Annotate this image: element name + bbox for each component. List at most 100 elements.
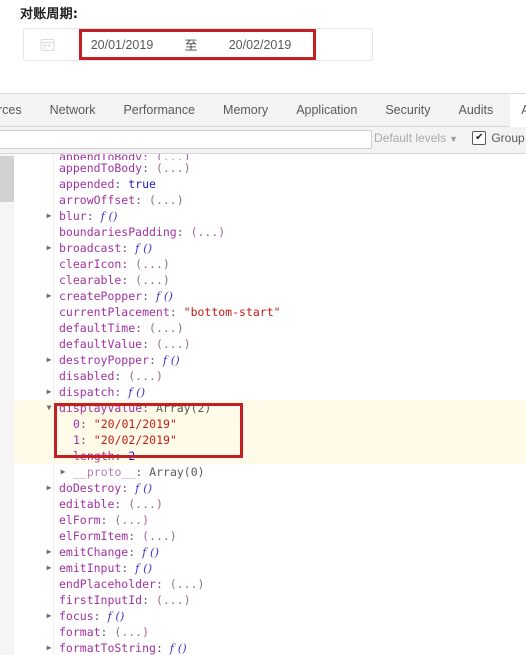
property-value: (...) xyxy=(128,369,163,383)
tab-adblock[interactable]: AdBlock xyxy=(507,95,526,126)
tab-network[interactable]: Network xyxy=(36,95,110,126)
property-key: destroyPopper xyxy=(59,353,150,367)
property-row[interactable]: ▶ __proto__: Array(0) xyxy=(14,464,526,480)
property-row[interactable]: ▶ formatToString: f () xyxy=(14,640,526,655)
property-value: (...) xyxy=(155,161,191,175)
property-row[interactable]: 1: "20/02/2019" xyxy=(14,432,526,448)
property-key: editable xyxy=(59,497,115,511)
property-value: f () xyxy=(169,641,187,655)
property-row[interactable]: format: (...) xyxy=(14,624,526,640)
property-key: boundariesPadding xyxy=(59,225,177,239)
property-colon: : xyxy=(169,305,184,319)
property-value: (...) xyxy=(169,577,205,591)
property-row[interactable]: clearable: (...) xyxy=(14,272,526,288)
console-filter-bar: Default levels▼ ✔ Group s xyxy=(0,127,526,154)
property-value: f () xyxy=(162,353,180,367)
property-colon: : xyxy=(176,225,191,239)
property-value: Array(2) xyxy=(155,401,212,415)
property-colon: : xyxy=(135,321,150,335)
property-row[interactable]: appendToBody: (...) xyxy=(14,160,526,176)
property-colon: : xyxy=(93,609,108,623)
property-value: (...) xyxy=(128,497,163,511)
disclosure-collapsed-icon[interactable]: ▶ xyxy=(44,240,54,256)
property-row[interactable]: ▶ emitInput: f () xyxy=(14,560,526,576)
property-colon: : xyxy=(128,545,143,559)
property-key: appended xyxy=(59,177,115,191)
disclosure-collapsed-icon[interactable]: ▶ xyxy=(44,384,54,400)
calendar-icon xyxy=(24,29,70,60)
property-value: f () xyxy=(155,289,173,303)
property-row[interactable]: endPlaceholder: (...) xyxy=(14,576,526,592)
property-colon: : xyxy=(121,257,136,271)
property-row[interactable]: ▶ createPopper: f () xyxy=(14,288,526,304)
property-key: blur xyxy=(59,209,87,223)
scrollbar-thumb[interactable] xyxy=(0,156,14,202)
checkbox-checked-icon[interactable]: ✔ xyxy=(472,131,487,145)
property-row[interactable]: appended: true xyxy=(14,176,526,192)
disclosure-collapsed-icon[interactable]: ▶ xyxy=(58,464,68,480)
property-row[interactable]: ▶ blur: f () xyxy=(14,208,526,224)
property-row[interactable]: boundariesPadding: (...) xyxy=(14,224,526,240)
property-row[interactable]: firstInputId: (...) xyxy=(14,592,526,608)
disclosure-collapsed-icon[interactable]: ▶ xyxy=(44,640,54,655)
property-row[interactable]: clearIcon: (...) xyxy=(14,256,526,272)
property-key: 1 xyxy=(73,433,80,447)
property-row[interactable]: defaultValue: (...) xyxy=(14,336,526,352)
property-colon: : xyxy=(121,241,136,255)
property-row[interactable]: arrowOffset: (...) xyxy=(14,192,526,208)
disclosure-collapsed-icon[interactable]: ▶ xyxy=(44,544,54,560)
tab-application[interactable]: Application xyxy=(282,95,371,126)
property-row[interactable]: ▶ destroyPopper: f () xyxy=(14,352,526,368)
disclosure-collapsed-icon[interactable]: ▶ xyxy=(44,208,54,224)
disclosure-collapsed-icon[interactable]: ▶ xyxy=(44,608,54,624)
property-value: Array(0) xyxy=(149,465,205,479)
disclosure-collapsed-icon[interactable]: ▶ xyxy=(44,352,54,368)
group-similar-toggle[interactable]: ✔ Group s xyxy=(472,131,526,145)
object-property-list: appendToBody: (...)appendToBody: (...)ap… xyxy=(14,154,526,655)
tab-sources[interactable]: rces xyxy=(0,95,36,126)
property-colon: : xyxy=(135,193,150,207)
property-key: endPlaceholder xyxy=(59,577,156,591)
property-key: clearIcon xyxy=(59,257,122,271)
disclosure-collapsed-icon[interactable]: ▶ xyxy=(44,288,54,304)
tab-memory[interactable]: Memory xyxy=(209,95,282,126)
property-row[interactable]: currentPlacement: "bottom-start" xyxy=(14,304,526,320)
property-row[interactable]: elFormItem: (...) xyxy=(14,528,526,544)
property-row[interactable]: ▶ broadcast: f () xyxy=(14,240,526,256)
property-row[interactable]: defaultTime: (...) xyxy=(14,320,526,336)
property-value: (...) xyxy=(190,225,226,239)
property-colon: : xyxy=(121,481,136,495)
tab-security[interactable]: Security xyxy=(371,95,444,126)
disclosure-expanded-icon[interactable]: ▼ xyxy=(44,400,54,416)
property-colon: : xyxy=(142,593,156,607)
property-key: defaultValue xyxy=(59,337,143,351)
property-row[interactable]: elForm: (...) xyxy=(14,512,526,528)
start-date-input[interactable] xyxy=(70,37,174,52)
property-colon: : xyxy=(114,385,129,399)
disclosure-collapsed-icon[interactable]: ▶ xyxy=(44,480,54,496)
end-date-input[interactable] xyxy=(208,37,312,52)
property-row[interactable]: length: 2 xyxy=(14,448,526,464)
tab-performance[interactable]: Performance xyxy=(109,95,209,126)
console-filter-input[interactable] xyxy=(0,130,372,149)
property-key: arrowOffset xyxy=(59,193,136,207)
property-row[interactable]: disabled: (...) xyxy=(14,368,526,384)
log-level-dropdown[interactable]: Default levels ▼ xyxy=(374,131,458,145)
property-row[interactable]: ▶ doDestroy: f () xyxy=(14,480,526,496)
tab-audits[interactable]: Audits xyxy=(445,95,508,126)
date-range-picker[interactable]: 至 xyxy=(23,28,373,61)
screen: 对账周期: 至 rces Network Performance Mem xyxy=(0,0,526,655)
property-row[interactable]: ▶ dispatch: f () xyxy=(14,384,526,400)
console-scrollbar[interactable] xyxy=(0,154,15,655)
property-value: f () xyxy=(135,241,153,255)
property-colon: : xyxy=(114,369,129,383)
property-row[interactable]: ▼ displayValue: Array(2) xyxy=(14,400,526,416)
property-value: f () xyxy=(107,609,125,623)
property-row[interactable]: editable: (...) xyxy=(14,496,526,512)
property-colon: : xyxy=(142,337,156,351)
property-row[interactable]: ▶ emitChange: f () xyxy=(14,544,526,560)
property-row[interactable]: 0: "20/01/2019" xyxy=(14,416,526,432)
property-colon: : xyxy=(142,161,156,175)
property-row[interactable]: ▶ focus: f () xyxy=(14,608,526,624)
disclosure-collapsed-icon[interactable]: ▶ xyxy=(44,560,54,576)
